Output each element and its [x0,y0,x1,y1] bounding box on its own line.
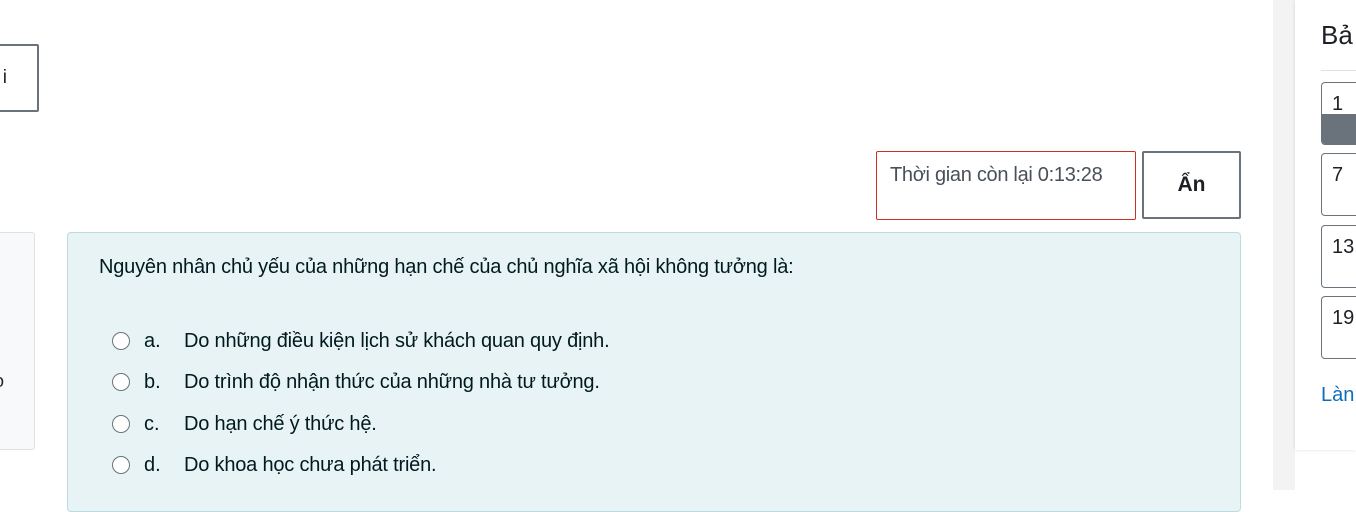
quiz-nav-number: 19 [1332,307,1355,329]
answer-letter: c. [144,412,160,435]
hide-timer-button-label: Ẩn [1177,173,1206,196]
question-text: Nguyên nhân chủ yếu của những hạn chế củ… [99,256,794,278]
radio-button[interactable] [112,415,130,433]
left-partial-button[interactable]: i [0,44,39,112]
quiz-nav-question-19[interactable]: 19 [1321,296,1356,359]
quiz-nav-question-1[interactable]: 1 [1321,82,1356,145]
answer-text: Do trình độ nhận thức của những nhà tư t… [184,370,600,393]
answer-letter: a. [144,329,161,352]
quiz-nav-question-7[interactable]: 7 [1321,153,1356,216]
answer-text: Do khoa học chưa phát triển. [184,453,437,476]
answer-option-d[interactable]: d. Do khoa học chưa phát triển. [110,451,437,479]
drawer-gutter [1273,0,1295,490]
answer-text: Do những điều kiện lịch sử khách quan qu… [184,329,610,352]
left-info-panel-text: o [0,371,4,392]
quiz-nav-number: 7 [1332,164,1344,186]
radio-button[interactable] [112,456,130,474]
quiz-nav-link[interactable]: Làn [1321,384,1354,407]
radio-button[interactable] [112,373,130,391]
quiz-timer: Thời gian còn lại 0:13:28 [876,151,1136,220]
answer-option-a[interactable]: a. Do những điều kiện lịch sử khách quan… [110,327,610,355]
answer-option-b[interactable]: b. Do trình độ nhận thức của những nhà t… [110,368,600,396]
quiz-nav-number: 13 [1332,236,1355,258]
quiz-navigation-title: Bả [1321,20,1353,50]
quiz-nav-number: 1 [1332,93,1344,115]
answered-indicator [1322,114,1356,144]
answer-letter: b. [144,370,161,393]
left-info-panel [0,232,35,450]
left-partial-button-label: i [2,67,7,88]
hide-timer-button[interactable]: Ẩn [1142,151,1241,219]
answer-option-c[interactable]: c. Do hạn chế ý thức hệ. [110,410,377,438]
answer-letter: d. [144,453,161,476]
quiz-navigation-divider [1321,70,1356,71]
quiz-nav-question-13[interactable]: 13 [1321,225,1356,288]
quiz-timer-text: Thời gian còn lại 0:13:28 [890,164,1103,186]
radio-button[interactable] [112,332,130,350]
answer-text: Do hạn chế ý thức hệ. [184,412,377,435]
